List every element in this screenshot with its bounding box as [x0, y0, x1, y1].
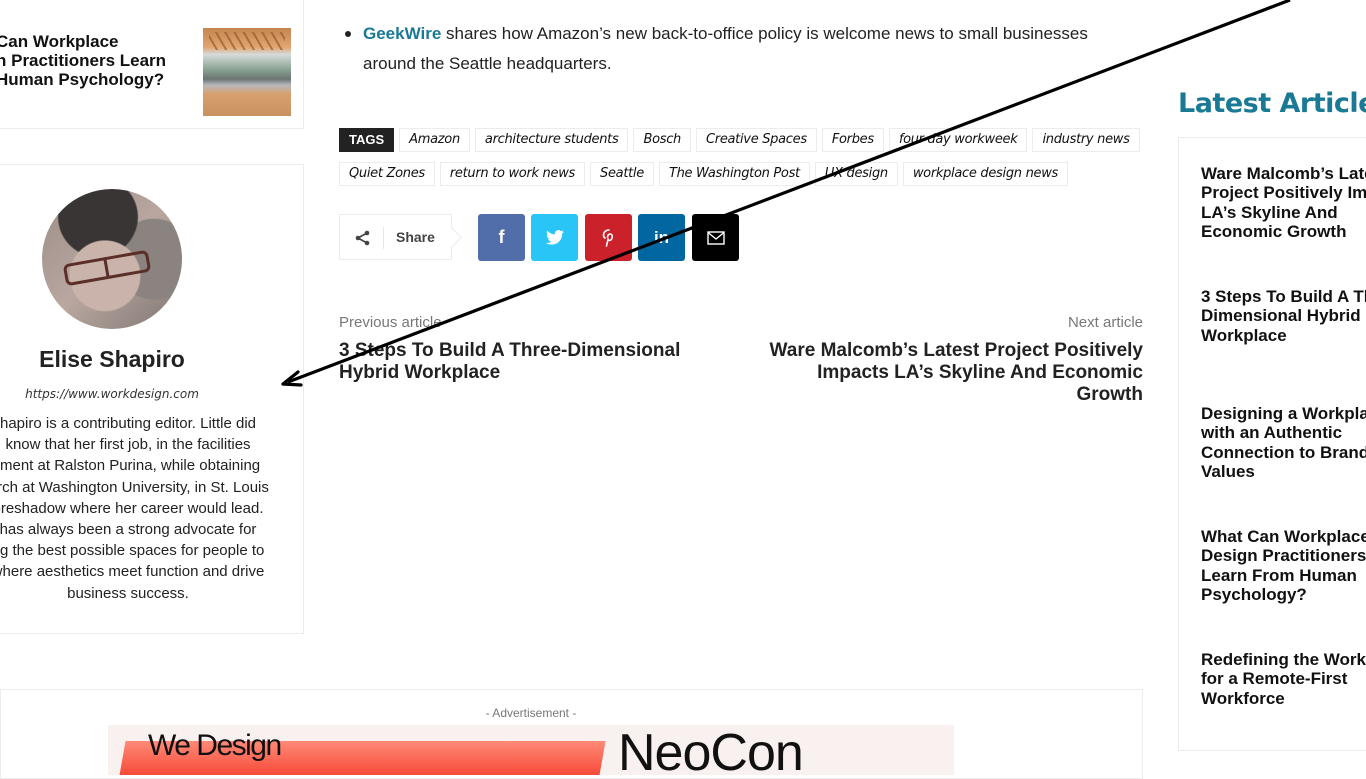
tag-link[interactable]: UX design — [814, 162, 898, 186]
email-icon — [706, 230, 725, 245]
news-bullet-item: GeekWire shares how Amazon’s new back-to… — [345, 19, 1125, 79]
latest-article-title-line: with an Authentic — [1201, 423, 1343, 443]
latest-article-title-line: for a Remote-First — [1201, 669, 1348, 689]
tag-link[interactable]: industry news — [1032, 128, 1140, 152]
latest-article-title-line: Designing a Workplace — [1201, 404, 1366, 423]
latest-article-title-line: Workplace — [1201, 325, 1287, 345]
tag-link[interactable]: Quiet Zones — [339, 162, 435, 186]
bullet-dot — [345, 31, 351, 37]
latest-article-title-line: Values — [1201, 461, 1255, 481]
pinterest-icon — [602, 228, 613, 247]
latest-article-title-line: Learn From Human — [1201, 565, 1357, 585]
bio-line: oreshadow where her career would lead. — [0, 499, 264, 517]
latest-article-title-line: What Can Workplace — [1201, 527, 1366, 546]
latest-article-title-line: Connection to Brand — [1201, 442, 1366, 462]
avatar-glasses-detail — [62, 249, 152, 287]
tag-link[interactable]: Forbes — [821, 128, 884, 152]
linkedin-share-button[interactable]: in — [638, 214, 685, 261]
tags-row: TAGS Amazon architecture students Bosch Cre… — [339, 128, 1140, 152]
tag-link[interactable]: workplace design news — [902, 162, 1069, 186]
bio-line: hapiro is a contributing editor. Little … — [0, 415, 256, 432]
linkedin-icon: in — [653, 227, 670, 247]
tags-row: Quiet Zones return to work news Seattle The… — [339, 162, 1139, 186]
geekwire-link[interactable]: GeekWire — [363, 24, 441, 43]
related-title-line: Can Workplace — [0, 32, 119, 51]
tag-link[interactable]: architecture students — [474, 128, 629, 152]
twitter-icon — [545, 230, 564, 245]
share-icon — [355, 230, 370, 246]
share-label: Share — [396, 229, 435, 245]
bio-line: tment at Ralston Purina, while obtaining — [0, 457, 261, 475]
related-title-line: Human Psychology? — [0, 70, 165, 89]
bio-line: where aesthetics meet function and drive — [0, 563, 265, 581]
share-divider — [383, 227, 384, 249]
latest-article-link[interactable]: Designing a Workplacewith an AuthenticCo… — [1201, 404, 1366, 481]
author-url-link[interactable]: https://www.workdesign.com — [0, 387, 224, 401]
latest-article-title-line: Project Positively Impacts — [1201, 183, 1366, 203]
latest-article-title-line: Design Practitioners — [1201, 546, 1366, 566]
previous-article-label: Previous article — [339, 314, 442, 331]
latest-article-title-line: LA’s Skyline And — [1201, 202, 1338, 222]
email-share-button[interactable] — [692, 214, 739, 261]
ad-headline: We Design — [148, 729, 282, 762]
tag-link[interactable]: Amazon — [399, 128, 470, 152]
author-bio: hapiro is a contributing editor. Little … — [0, 413, 288, 604]
advertisement-label: - Advertisement - — [485, 706, 577, 720]
latest-article-link[interactable]: 3 Steps To Build A Three-Dimensional Hyb… — [1201, 287, 1366, 345]
author-name[interactable]: Elise Shapiro — [0, 346, 224, 373]
share-button[interactable]: Share — [339, 214, 452, 260]
tags-section: TAGS Amazon architecture students Bosch Cre… — [339, 128, 1140, 196]
latest-article-link[interactable]: What Can Workplace Design Practitioners Le… — [1201, 527, 1366, 604]
bio-line: know that her first job, in the faciliti… — [5, 436, 251, 454]
previous-article-link[interactable]: 3 Steps To Build A Three-Dimensional Hyb… — [339, 340, 719, 384]
facebook-icon: f — [498, 227, 505, 247]
next-article-label: Next article — [1067, 314, 1143, 331]
author-avatar[interactable] — [42, 189, 182, 329]
tag-link[interactable]: four-day workweek — [888, 128, 1028, 152]
next-article-link[interactable]: Ware Malcomb’s Latest Project Positively… — [763, 340, 1143, 406]
bullet-text: shares how Amazon’s new back-to-office p… — [363, 24, 1088, 73]
latest-article-title-line: Ware Malcomb’s Latest — [1201, 164, 1366, 183]
related-post-title[interactable]: Can Workplace n Practitioners Learn Huma… — [0, 32, 200, 89]
bio-line: has always been a strong advocate for — [0, 521, 257, 539]
latest-article-title-line: Economic Growth — [1201, 221, 1347, 241]
related-title-line: n Practitioners Learn — [0, 51, 167, 70]
related-post-thumbnail[interactable] — [203, 28, 291, 116]
tag-link[interactable]: The Washington Post — [658, 162, 810, 186]
pinterest-share-button[interactable] — [585, 214, 632, 261]
facebook-share-button[interactable]: f — [478, 214, 525, 261]
tag-link[interactable]: return to work news — [439, 162, 586, 186]
latest-article-title-line: Psychology? — [1201, 584, 1307, 604]
latest-article-title-line: Workforce — [1201, 688, 1285, 708]
tags-label: TAGS — [339, 128, 395, 152]
tag-link[interactable]: Bosch — [633, 128, 691, 152]
latest-article-title-line: Redefining the Workplace — [1201, 650, 1366, 669]
latest-article-link[interactable]: Redefining the Workplacefor a Remote-Fir… — [1201, 650, 1366, 708]
bio-line: ng the best possible spaces for people t… — [0, 542, 265, 560]
tag-link[interactable]: Seattle — [590, 162, 654, 186]
twitter-share-button[interactable] — [531, 214, 578, 261]
latest-article-title-line: 3 Steps To Build A Three- — [1201, 287, 1366, 306]
latest-articles-heading: Latest Articles — [1178, 88, 1366, 119]
latest-article-link[interactable]: Ware Malcomb’s LatestProject Positively … — [1201, 164, 1366, 241]
bio-line: Arch at Washington University, in St. Lo… — [0, 478, 269, 496]
latest-article-title-line: Dimensional Hybrid — [1201, 306, 1361, 326]
bio-line: business success. — [67, 584, 189, 602]
tag-link[interactable]: Creative Spaces — [696, 128, 817, 152]
